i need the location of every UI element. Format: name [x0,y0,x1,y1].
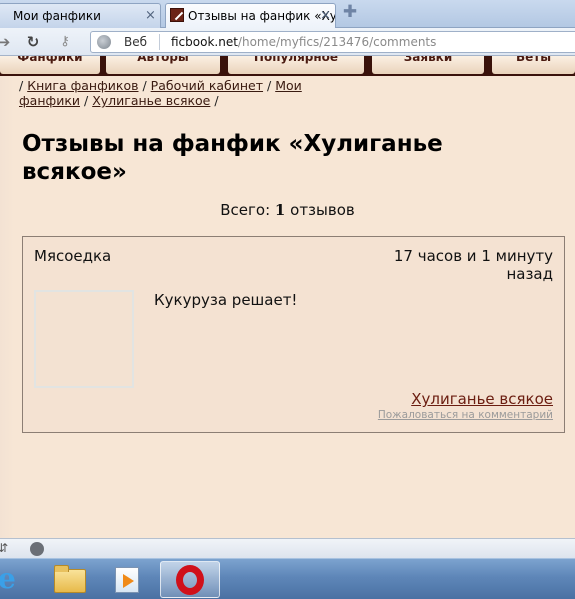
address-bar[interactable]: Веб ficbook.net/home/myfics/213476/comme… [90,31,575,53]
reload-icon[interactable]: ↻ [24,32,42,52]
taskbar-media-player[interactable] [98,561,154,598]
tab-title: Мои фанфики [13,9,101,23]
new-tab-icon[interactable]: ✚ [342,3,358,21]
avatar[interactable] [34,290,134,388]
review-text: Кукуруза решает! [154,291,298,309]
page-title: Отзывы на фанфик «Хулиганье всякое» [22,131,443,185]
taskbar-windows-explorer[interactable] [42,561,98,598]
total-label: Всего: [220,201,271,219]
breadcrumb-fanfic[interactable]: Хулиганье всякое [92,93,210,108]
tab-reviews[interactable]: Отзывы на фанфик «Хулиганье всякое» × [165,3,336,28]
total-count: 1 [274,201,286,219]
url-text[interactable]: ficbook.net/home/myfics/213476/comments [171,32,436,52]
site-navigation: Фанфики Авторы Популярное Заявки Беты [0,56,575,76]
ficbook-favicon-icon [170,8,184,22]
url-domain: ficbook.net [171,35,238,49]
media-player-icon [115,567,139,593]
review-timestamp: 17 часов и 1 минуту назад [393,247,553,283]
review-fanfic-link[interactable]: Хулиганье всякое [411,390,553,408]
tab-title: Отзывы на фанфик «Хулиганье всякое» [188,9,335,23]
url-path: /home/myfics/213476/comments [237,35,437,49]
close-icon[interactable]: × [145,5,156,27]
breadcrumb: / Книга фанфиков / Рабочий кабинет / Мои… [19,78,339,108]
tab-my-fanfics[interactable]: Мои фанфики × [0,3,161,28]
breadcrumb-separator: / [214,93,219,108]
taskbar-opera[interactable] [160,561,220,598]
internet-explorer-icon: e [0,562,16,595]
breadcrumb-separator: / [19,78,24,93]
taskbar-internet-explorer[interactable]: e [0,561,42,598]
globe-icon [97,35,111,49]
folder-icon [54,565,86,593]
browser-status-bar: ⇵ [0,538,575,558]
key-icon[interactable]: ⚷ [54,32,76,52]
browser-tab-strip: Мои фанфики × Отзывы на фанфик «Хулигань… [0,0,575,28]
site-nav-betas[interactable]: Беты [492,56,575,74]
panel-toggle-icon[interactable]: ⇵ [0,540,8,556]
review-card: Мясоедка 17 часов и 1 минуту назад Кукур… [22,236,565,433]
breadcrumb-separator: / [84,93,89,108]
total-suffix: отзывов [290,201,355,219]
windows-taskbar: e [0,558,575,599]
breadcrumb-separator: / [142,78,147,93]
turbo-icon[interactable] [30,542,44,556]
address-divider [159,34,160,50]
breadcrumb-fanfic-book[interactable]: Книга фанфиков [27,78,138,93]
page-content: / Книга фанфиков / Рабочий кабинет / Мои… [0,76,575,538]
site-nav-authors[interactable]: Авторы [106,56,220,74]
site-nav-requests[interactable]: Заявки [372,56,484,74]
review-total: Всего: 1 отзывов [0,201,575,219]
address-mode-label[interactable]: Веб [124,32,147,52]
site-nav-popular[interactable]: Популярное [228,56,364,74]
close-icon[interactable]: × [320,5,331,27]
opera-icon [176,565,204,595]
breadcrumb-workspace[interactable]: Рабочий кабинет [151,78,263,93]
review-author[interactable]: Мясоедка [34,247,111,265]
site-nav-fanfics[interactable]: Фанфики [0,56,100,74]
report-comment-link[interactable]: Пожаловаться на комментарий [378,409,553,421]
back-icon[interactable]: ➔ [0,32,11,52]
breadcrumb-separator: / [267,78,272,93]
navigation-bar: ➔ ↻ ⚷ Веб ficbook.net/home/myfics/213476… [0,28,575,56]
